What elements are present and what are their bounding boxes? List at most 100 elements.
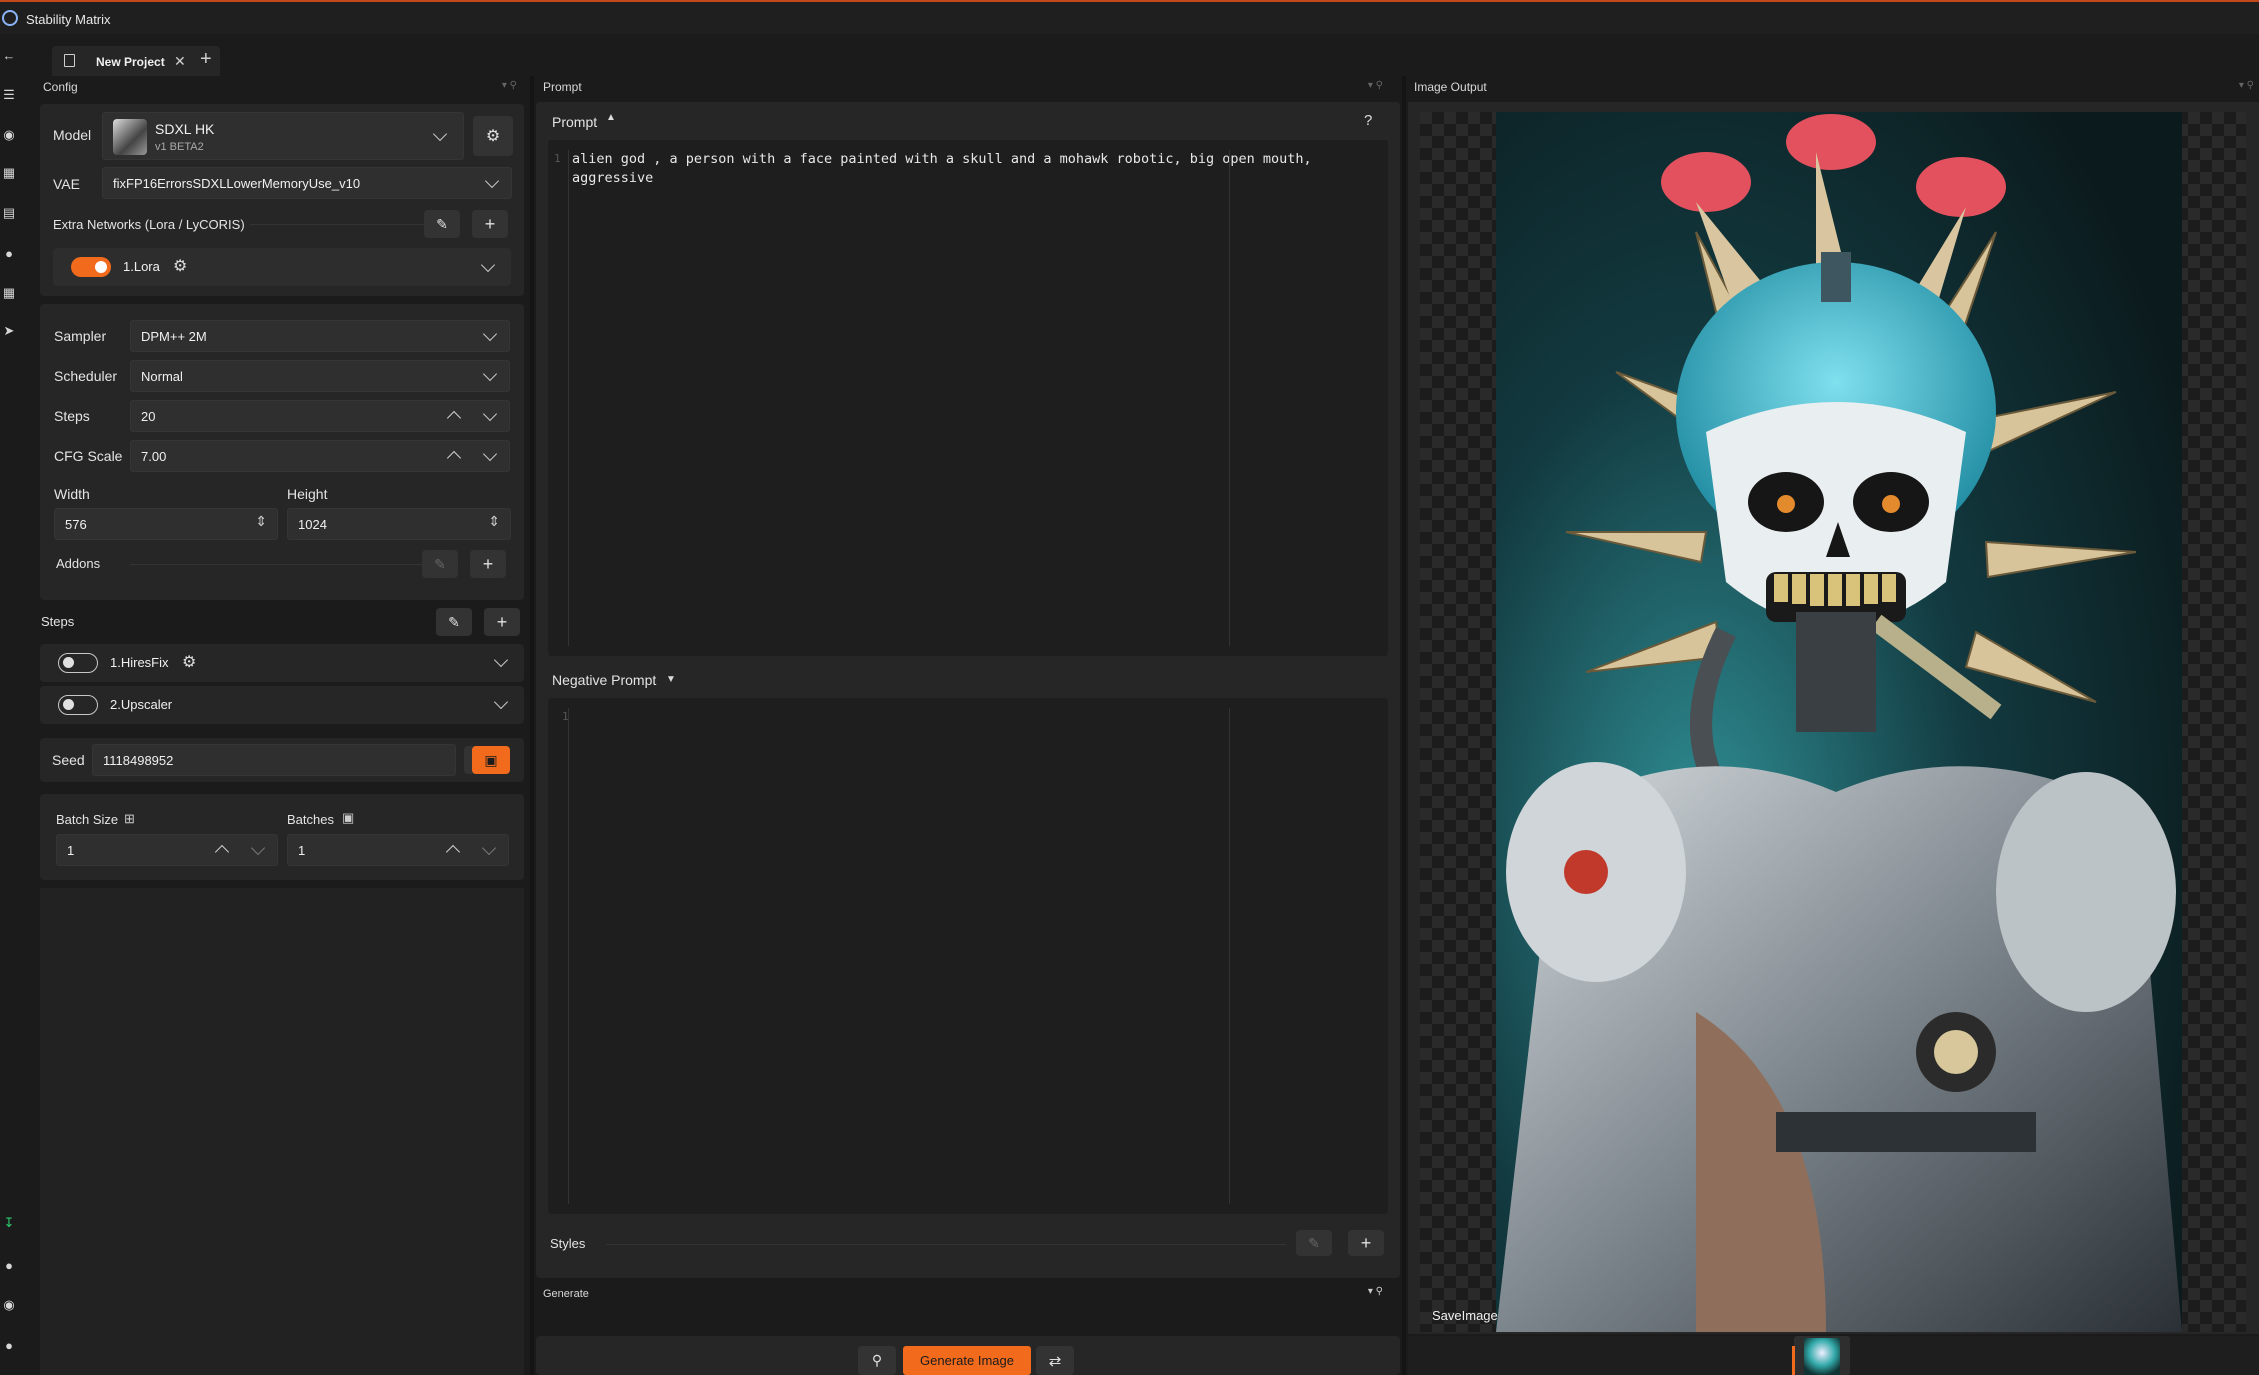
scheduler-label: Scheduler: [54, 368, 118, 384]
model-browser-icon[interactable]: ●: [0, 244, 18, 262]
model-settings-gear-icon[interactable]: ⚙: [473, 116, 513, 156]
downloads-icon[interactable]: ↧: [0, 1214, 18, 1232]
height-input[interactable]: 1024 ⇕: [287, 508, 511, 540]
discord-icon[interactable]: ◉: [0, 1296, 18, 1314]
chevron-down-icon: [493, 694, 509, 710]
increment-icon[interactable]: [446, 410, 462, 426]
splitter[interactable]: [1402, 76, 1406, 1375]
panel-pin-icon[interactable]: ▾ ⚲: [1368, 1286, 1383, 1297]
line-number: 1: [554, 152, 561, 165]
add-plus-icon[interactable]: +: [472, 210, 508, 238]
batches-input[interactable]: 1: [287, 834, 509, 866]
generate-panel-title: Generate: [543, 1288, 589, 1300]
vae-select[interactable]: fixFP16ErrorsSDXLLowerMemoryUse_v10: [102, 167, 512, 199]
menu-icon[interactable]: ☰: [0, 86, 18, 104]
width-label: Width: [54, 486, 90, 502]
seed-lock-icon[interactable]: ▣: [472, 746, 510, 774]
panel-pin-icon[interactable]: ▾ ⚲: [2239, 80, 2254, 91]
decrement-icon[interactable]: [481, 840, 497, 856]
auto-generate-repeat-icon[interactable]: ⇄: [1036, 1346, 1074, 1375]
help-icon[interactable]: ?: [1364, 112, 1372, 129]
thumbnail-item-selected[interactable]: [1792, 1336, 1850, 1375]
selection-indicator: [1792, 1346, 1795, 1375]
inference-icon[interactable]: ▦: [0, 164, 18, 182]
caret-down-icon[interactable]: ▼: [666, 674, 676, 685]
increment-icon[interactable]: [445, 844, 461, 860]
back-arrow-icon[interactable]: ←: [0, 46, 18, 64]
cfg-input[interactable]: 7.00: [130, 440, 510, 472]
hiresfix-gear-icon[interactable]: ⚙: [182, 652, 196, 672]
decrement-icon[interactable]: [482, 406, 498, 422]
lora-gear-icon[interactable]: ⚙: [173, 256, 187, 276]
generate-image-button[interactable]: Generate Image: [903, 1346, 1031, 1375]
upscaler-toggle[interactable]: [58, 695, 98, 715]
model-select[interactable]: SDXL HK v1 BETA2: [102, 112, 464, 160]
prompt-text: alien god , a person with a face painted…: [572, 151, 1312, 186]
cfg-label: CFG Scale: [54, 448, 123, 464]
lora-item[interactable]: 1.Lora ⚙: [53, 248, 511, 286]
batches-value: 1: [298, 843, 306, 858]
model-name: SDXL HK: [155, 121, 215, 137]
sampler-select[interactable]: DPM++ 2M: [130, 320, 510, 352]
app-title: Stability Matrix: [26, 12, 111, 27]
caret-up-icon[interactable]: ▲: [606, 112, 616, 123]
batch-card: Batch Size ⊞ 1 Batches ▣ 1: [40, 794, 524, 880]
workflows-icon[interactable]: ▦: [0, 284, 18, 302]
spinner-icon[interactable]: ⇕: [488, 513, 500, 530]
search-zoom-icon[interactable]: ⚲: [858, 1346, 896, 1375]
width-input[interactable]: 576 ⇕: [54, 508, 278, 540]
addons-edit-pencil-icon[interactable]: ✎: [422, 550, 458, 578]
save-image-label[interactable]: SaveImage: [1432, 1308, 1498, 1323]
divider: [250, 224, 440, 225]
steps-add-plus-icon[interactable]: +: [484, 608, 520, 636]
seed-card: Seed 1118498952 ↻: [40, 738, 524, 782]
spinner-icon[interactable]: ⇕: [255, 513, 267, 530]
config-empty-area: [40, 888, 524, 1375]
styles-edit-pencil-icon[interactable]: ✎: [1296, 1230, 1332, 1256]
splitter[interactable]: [530, 76, 534, 1375]
vae-label: VAE: [53, 176, 80, 192]
steps-edit-pencil-icon[interactable]: ✎: [436, 608, 472, 636]
tab-bar: New Project ✕ +: [32, 40, 2259, 76]
width-value: 576: [65, 517, 87, 532]
config-panel-header: Config ▾ ⚲: [43, 80, 523, 100]
panel-pin-icon[interactable]: ▾ ⚲: [1368, 80, 1383, 91]
negative-prompt-editor[interactable]: 1: [548, 698, 1388, 1214]
addons-label: Addons: [56, 556, 101, 571]
hiresfix-step-item[interactable]: 1.HiresFix ⚙: [40, 644, 524, 682]
hiresfix-toggle[interactable]: [58, 653, 98, 673]
seed-label: Seed: [52, 752, 85, 768]
tab-new-project[interactable]: New Project ✕: [52, 46, 220, 76]
output-browser-icon[interactable]: ➤: [0, 322, 18, 340]
increment-icon[interactable]: [214, 844, 230, 860]
chevron-down-icon: [432, 126, 448, 142]
batches-label: Batches: [287, 812, 334, 827]
settings-icon[interactable]: ●: [0, 1336, 18, 1354]
steps-value: 20: [141, 409, 156, 424]
batch-size-input[interactable]: 1: [56, 834, 278, 866]
checkpoints-icon[interactable]: ▤: [0, 204, 18, 222]
new-tab-plus-icon[interactable]: +: [200, 49, 212, 69]
upscaler-step-item[interactable]: 2.Upscaler: [40, 686, 524, 724]
image-output-card: SaveImage: [1408, 102, 2259, 1334]
seed-input[interactable]: 1118498952: [92, 744, 456, 776]
prompt-editor[interactable]: 1 alien god , a person with a face paint…: [548, 140, 1388, 656]
increment-icon[interactable]: [446, 450, 462, 466]
chevron-down-icon: [484, 173, 500, 189]
addons-add-plus-icon[interactable]: +: [470, 550, 506, 578]
image-icon: ▣: [342, 810, 355, 825]
lora-toggle[interactable]: [71, 257, 111, 277]
styles-add-plus-icon[interactable]: +: [1348, 1230, 1384, 1256]
edit-pencil-icon[interactable]: ✎: [424, 210, 460, 238]
packages-icon[interactable]: ◉: [0, 126, 18, 144]
close-tab-icon[interactable]: ✕: [174, 53, 186, 70]
steps-input[interactable]: 20: [130, 400, 510, 432]
decrement-icon[interactable]: [250, 840, 266, 856]
scheduler-select[interactable]: Normal: [130, 360, 510, 392]
column-guide: [1229, 150, 1230, 646]
decrement-icon[interactable]: [482, 446, 498, 462]
panel-pin-icon[interactable]: ▾ ⚲: [502, 80, 517, 91]
chat-icon[interactable]: ●: [0, 1256, 18, 1274]
image-viewer[interactable]: SaveImage: [1420, 112, 2246, 1332]
prompt-panel-title: Prompt: [543, 80, 582, 94]
